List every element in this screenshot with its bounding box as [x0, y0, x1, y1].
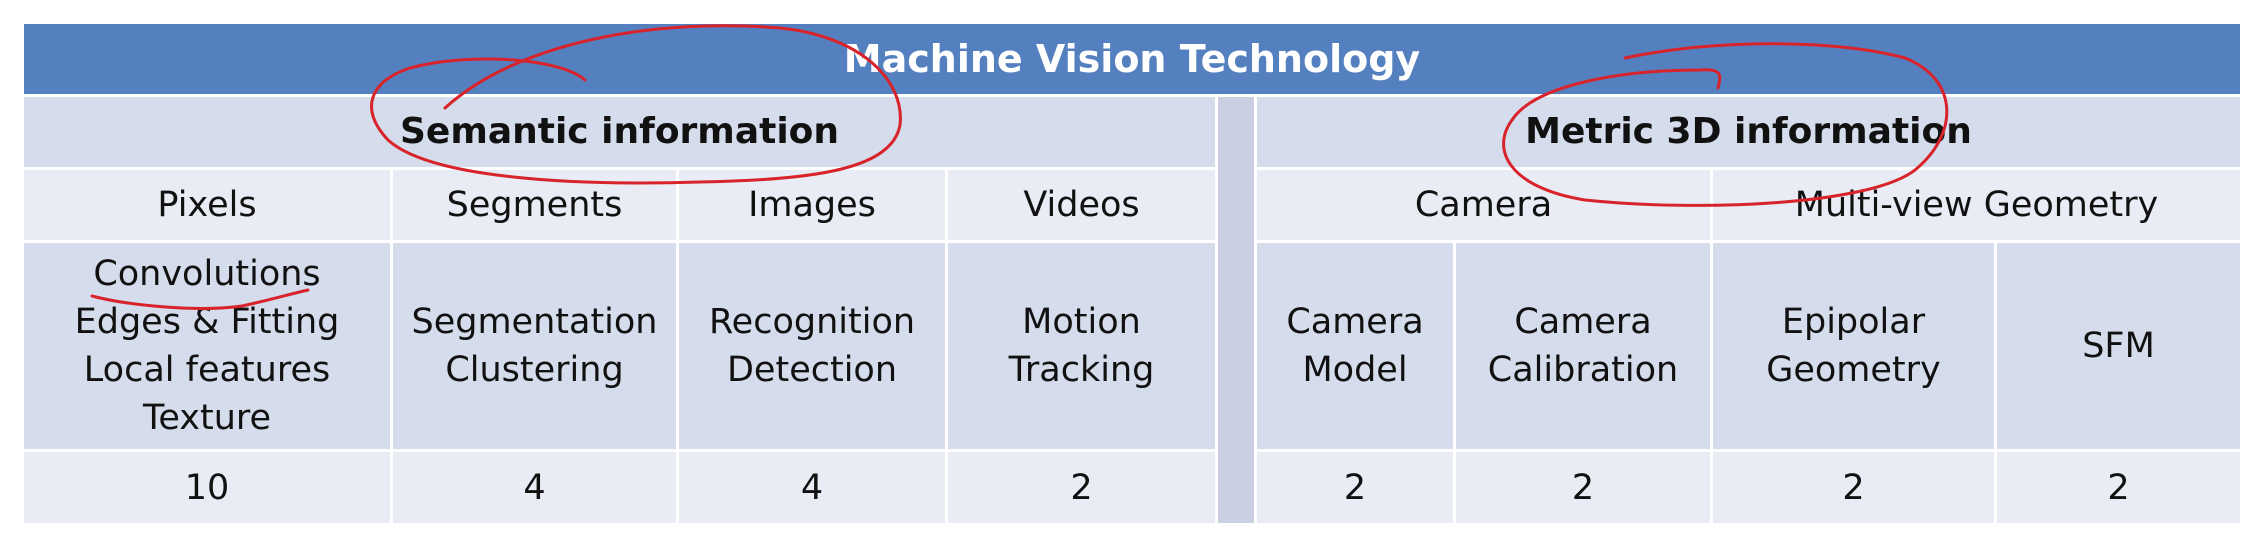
subcategory-multi-view-geometry: Multi-view Geometry	[1713, 170, 2240, 240]
subcategory-camera: Camera	[1257, 170, 1710, 240]
topic-line: Calibration	[1487, 350, 1679, 390]
subcategory-images: Images	[679, 170, 945, 240]
topic-line: Epipolar	[1781, 302, 1926, 342]
subcategory-pixels: Pixels	[24, 170, 390, 240]
count-camera-model: 2	[1257, 452, 1453, 523]
count-videos: 2	[948, 452, 1215, 523]
topics-sfm: SFM	[1997, 243, 2240, 449]
topics-videos: Motion Tracking	[948, 243, 1215, 449]
count-epipolar-geometry: 2	[1713, 452, 1994, 523]
topics-segments: Segmentation Clustering	[393, 243, 676, 449]
topic-line: Tracking	[1008, 350, 1155, 390]
topics-epipolar-geometry: Epipolar Geometry	[1713, 243, 1994, 449]
subcategory-segments: Segments	[393, 170, 676, 240]
topic-line: Convolutions	[93, 254, 321, 294]
topic-line: Local features	[83, 350, 331, 390]
group-header-semantic: Semantic information	[24, 97, 1215, 167]
topic-line: Edges & Fitting	[74, 302, 340, 342]
topics-pixels: Convolutions Edges & Fitting Local featu…	[24, 243, 390, 449]
count-sfm: 2	[1997, 452, 2240, 523]
topic-line: Recognition	[708, 302, 916, 342]
count-pixels: 10	[24, 452, 390, 523]
topics-camera-model: Camera Model	[1257, 243, 1453, 449]
count-images: 4	[679, 452, 945, 523]
topic-line: Camera	[1514, 302, 1652, 342]
topic-line: Camera	[1286, 302, 1424, 342]
topic-line: Texture	[142, 398, 272, 438]
topic-line: Geometry	[1766, 350, 1941, 390]
topics-camera-calibration: Camera Calibration	[1456, 243, 1710, 449]
count-segments: 4	[393, 452, 676, 523]
topics-images: Recognition Detection	[679, 243, 945, 449]
topic-line: Motion	[1022, 302, 1141, 342]
topic-line: SFM	[2082, 326, 2155, 366]
topic-line: Clustering	[445, 350, 624, 390]
topic-line: Detection	[726, 350, 898, 390]
topic-line: Model	[1302, 350, 1408, 390]
topic-line: Segmentation	[411, 302, 658, 342]
group-separator	[1218, 97, 1254, 523]
subcategory-videos: Videos	[948, 170, 1215, 240]
count-camera-calibration: 2	[1456, 452, 1710, 523]
group-header-metric-3d: Metric 3D information	[1257, 97, 2240, 167]
table-title: Machine Vision Technology	[24, 24, 2240, 94]
